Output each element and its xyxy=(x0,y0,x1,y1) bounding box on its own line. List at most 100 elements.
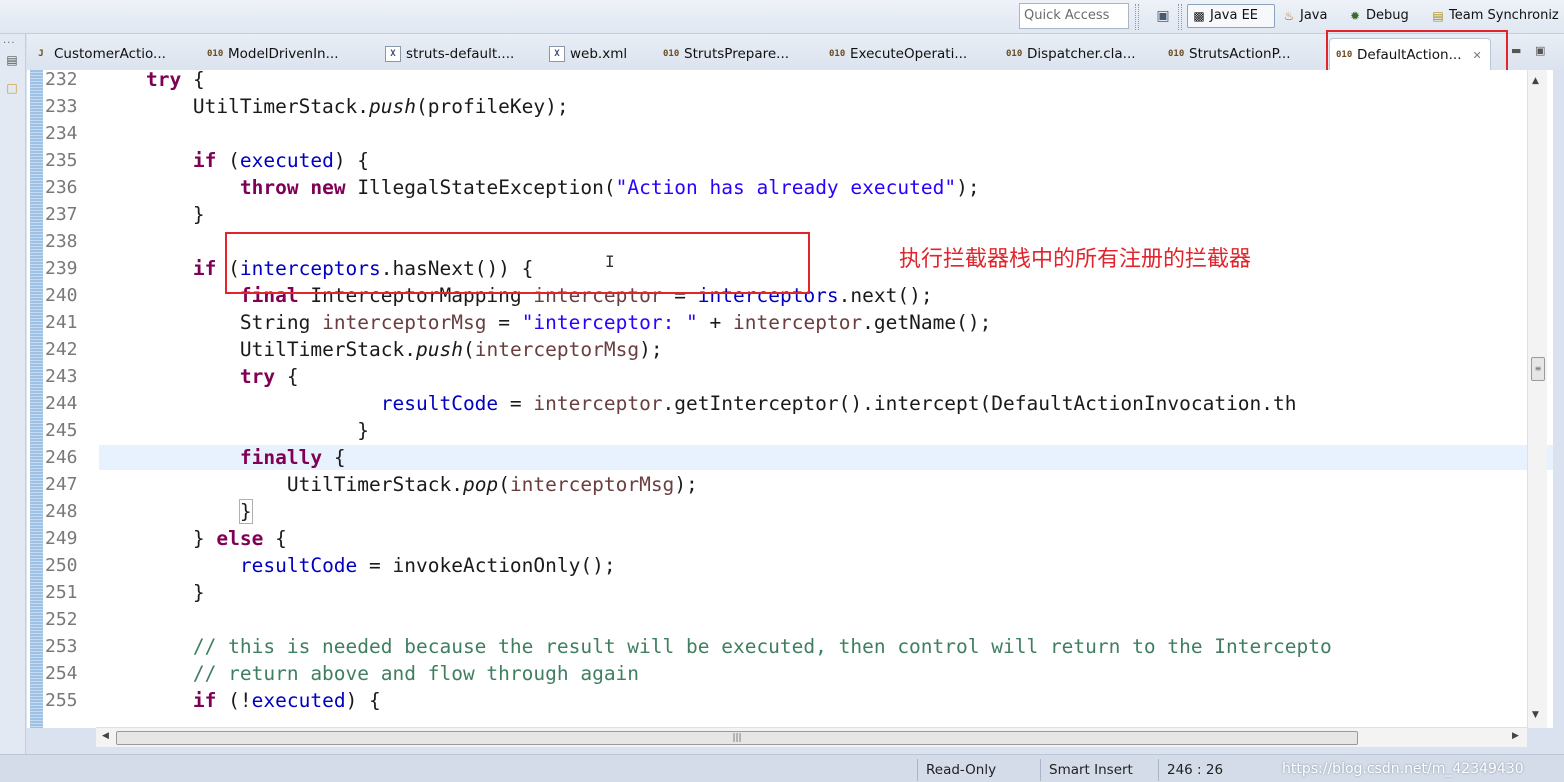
horizontal-scrollbar[interactable]: ◀ ||| ▶ xyxy=(96,727,1527,747)
code-comment: // return above and flow through again xyxy=(192,662,640,685)
watermark-text: https://blog.csdn.net/m_42349430 xyxy=(1282,761,1524,777)
code-line[interactable]: 236 throw new IllegalStateException("Act… xyxy=(27,174,1527,201)
tab-struts-default[interactable]: X struts-default.... xyxy=(381,39,518,69)
tab-model-driven[interactable]: 010 ModelDrivenIn... xyxy=(203,39,343,69)
toolbar-grip[interactable] xyxy=(1178,4,1182,30)
scroll-down-icon[interactable]: ▼ xyxy=(1532,710,1539,720)
code-text: } xyxy=(192,203,205,226)
keyword: else xyxy=(216,527,264,550)
string-literal: "Action has already executed" xyxy=(615,176,957,199)
xml-file-icon: X xyxy=(549,46,565,62)
code-text: (! xyxy=(216,689,252,712)
perspective-java-ee[interactable]: ▩ Java EE xyxy=(1187,4,1275,28)
package-explorer-icon[interactable]: □ xyxy=(4,80,20,96)
perspective-debug[interactable]: ✹ Debug xyxy=(1344,4,1413,28)
code-text: ) { xyxy=(333,149,370,172)
code-line[interactable]: 251 } xyxy=(27,579,1527,606)
keyword: throw xyxy=(239,176,299,199)
local-variable: interceptorMsg xyxy=(322,311,487,334)
tab-customer-action[interactable]: J CustomerActio... xyxy=(29,39,170,69)
line-number: 251 xyxy=(45,582,78,603)
toolbar-grip[interactable] xyxy=(1135,4,1139,30)
code-line[interactable]: 247 UtilTimerStack.pop(interceptorMsg); xyxy=(27,471,1527,498)
code-line[interactable]: 233 UtilTimerStack.push(profileKey); xyxy=(27,93,1527,120)
code-text: ( xyxy=(498,473,510,496)
line-number: 235 xyxy=(45,150,78,171)
code-line[interactable]: 245 } xyxy=(27,417,1527,444)
code-line-current[interactable]: 246 finally { xyxy=(27,444,1553,471)
restore-view-icon[interactable]: ▤ xyxy=(4,52,20,68)
perspective-java[interactable]: ♨ Java xyxy=(1278,4,1331,28)
code-line[interactable]: 244 resultCode = interceptor.getIntercep… xyxy=(27,390,1527,417)
main-toolbar: Quick Access ▣ ▩ Java EE ♨ Java ✹ Debug … xyxy=(0,0,1564,34)
line-number: 237 xyxy=(45,204,78,225)
code-text: ( xyxy=(216,149,240,172)
team-sync-icon: ▤ xyxy=(1432,9,1444,23)
tab-struts-action-proxy[interactable]: 010 StrutsActionP... xyxy=(1164,39,1295,69)
scroll-right-icon[interactable]: ▶ xyxy=(1512,731,1519,741)
minimize-icon[interactable]: ▬ xyxy=(1511,44,1521,57)
vertical-scroll-thumb[interactable]: ≡ xyxy=(1531,357,1545,381)
class-file-icon: 010 xyxy=(1006,49,1023,59)
code-editor[interactable]: 232 try { 233 UtilTimerStack.push(profil… xyxy=(27,70,1553,728)
code-line[interactable]: 254 // return above and flow through aga… xyxy=(27,660,1527,687)
tab-web-xml[interactable]: X web.xml xyxy=(545,39,631,69)
tab-label: web.xml xyxy=(570,46,628,62)
code-text: } xyxy=(357,419,370,442)
keyword: if xyxy=(192,689,217,712)
code-line[interactable]: 235 if (executed) { xyxy=(27,147,1527,174)
code-line[interactable]: 253 // this is needed because the result… xyxy=(27,633,1527,660)
class-file-icon: 010 xyxy=(829,49,846,59)
line-number: 244 xyxy=(45,393,78,414)
scroll-left-icon[interactable]: ◀ xyxy=(102,731,109,741)
drag-handle-icon[interactable]: ··· xyxy=(3,38,16,49)
tab-dispatcher[interactable]: 010 Dispatcher.cla... xyxy=(1002,39,1140,69)
java-perspective-icon: ♨ xyxy=(1283,9,1295,23)
bug-icon: ✹ xyxy=(1349,9,1361,23)
code-text: IllegalStateException( xyxy=(345,176,616,199)
code-line[interactable]: 248 } xyxy=(27,498,1527,525)
keyword: finally xyxy=(239,446,323,469)
code-line[interactable]: 255 if (!executed) { xyxy=(27,687,1527,714)
code-line[interactable]: 234 xyxy=(27,120,1527,147)
keyword: try xyxy=(145,70,182,91)
code-text: invokeActionOnly(); xyxy=(392,554,616,577)
perspective-team-sync[interactable]: ▤ Team Synchroniz xyxy=(1427,4,1563,28)
left-minimized-views: ··· ▤ □ xyxy=(0,34,26,754)
tab-label: ExecuteOperati... xyxy=(850,46,968,62)
line-number: 239 xyxy=(45,258,78,279)
scroll-up-icon[interactable]: ▲ xyxy=(1532,76,1539,86)
local-variable: interceptorMsg xyxy=(474,338,640,361)
class-file-icon: 010 xyxy=(663,49,680,59)
code-line[interactable]: 249 } else { xyxy=(27,525,1527,552)
line-number: 233 xyxy=(45,96,78,117)
code-line[interactable]: 241 String interceptorMsg = "interceptor… xyxy=(27,309,1527,336)
line-number: 236 xyxy=(45,177,78,198)
code-line[interactable]: 252 xyxy=(27,606,1527,633)
code-line[interactable]: 243 try { xyxy=(27,363,1527,390)
annotation-text: 执行拦截器栈中的所有注册的拦截器 xyxy=(899,247,1252,272)
code-line[interactable]: 242 UtilTimerStack.push(interceptorMsg); xyxy=(27,336,1527,363)
tab-label: StrutsActionP... xyxy=(1189,46,1291,62)
open-perspective-icon[interactable]: ▣ xyxy=(1152,6,1174,26)
tab-struts-prepare[interactable]: 010 StrutsPrepare... xyxy=(659,39,793,69)
code-line[interactable]: 250 resultCode = invokeActionOnly(); xyxy=(27,552,1527,579)
code-line[interactable]: 232 try { xyxy=(27,70,1527,93)
code-line[interactable]: 237 } xyxy=(27,201,1527,228)
tab-execute-operations[interactable]: 010 ExecuteOperati... xyxy=(825,39,971,69)
method-name: pop xyxy=(462,473,499,496)
local-variable: interceptor xyxy=(533,392,663,415)
vertical-scrollbar[interactable]: ▲ ≡ ▼ xyxy=(1527,70,1547,728)
horizontal-scroll-thumb[interactable]: ||| xyxy=(116,731,1358,745)
code-text: { xyxy=(263,527,287,550)
class-file-icon: 010 xyxy=(207,49,224,59)
maximize-icon[interactable]: ▣ xyxy=(1535,44,1545,57)
tab-label: struts-default.... xyxy=(406,46,515,62)
line-number: 246 xyxy=(45,447,78,468)
status-cursor-position: 246 : 26 xyxy=(1158,759,1268,781)
code-text: } xyxy=(192,527,217,550)
quick-access-input[interactable]: Quick Access xyxy=(1019,3,1129,29)
line-number: 241 xyxy=(45,312,78,333)
code-text: { xyxy=(275,365,299,388)
code-text: (profileKey); xyxy=(416,95,569,118)
